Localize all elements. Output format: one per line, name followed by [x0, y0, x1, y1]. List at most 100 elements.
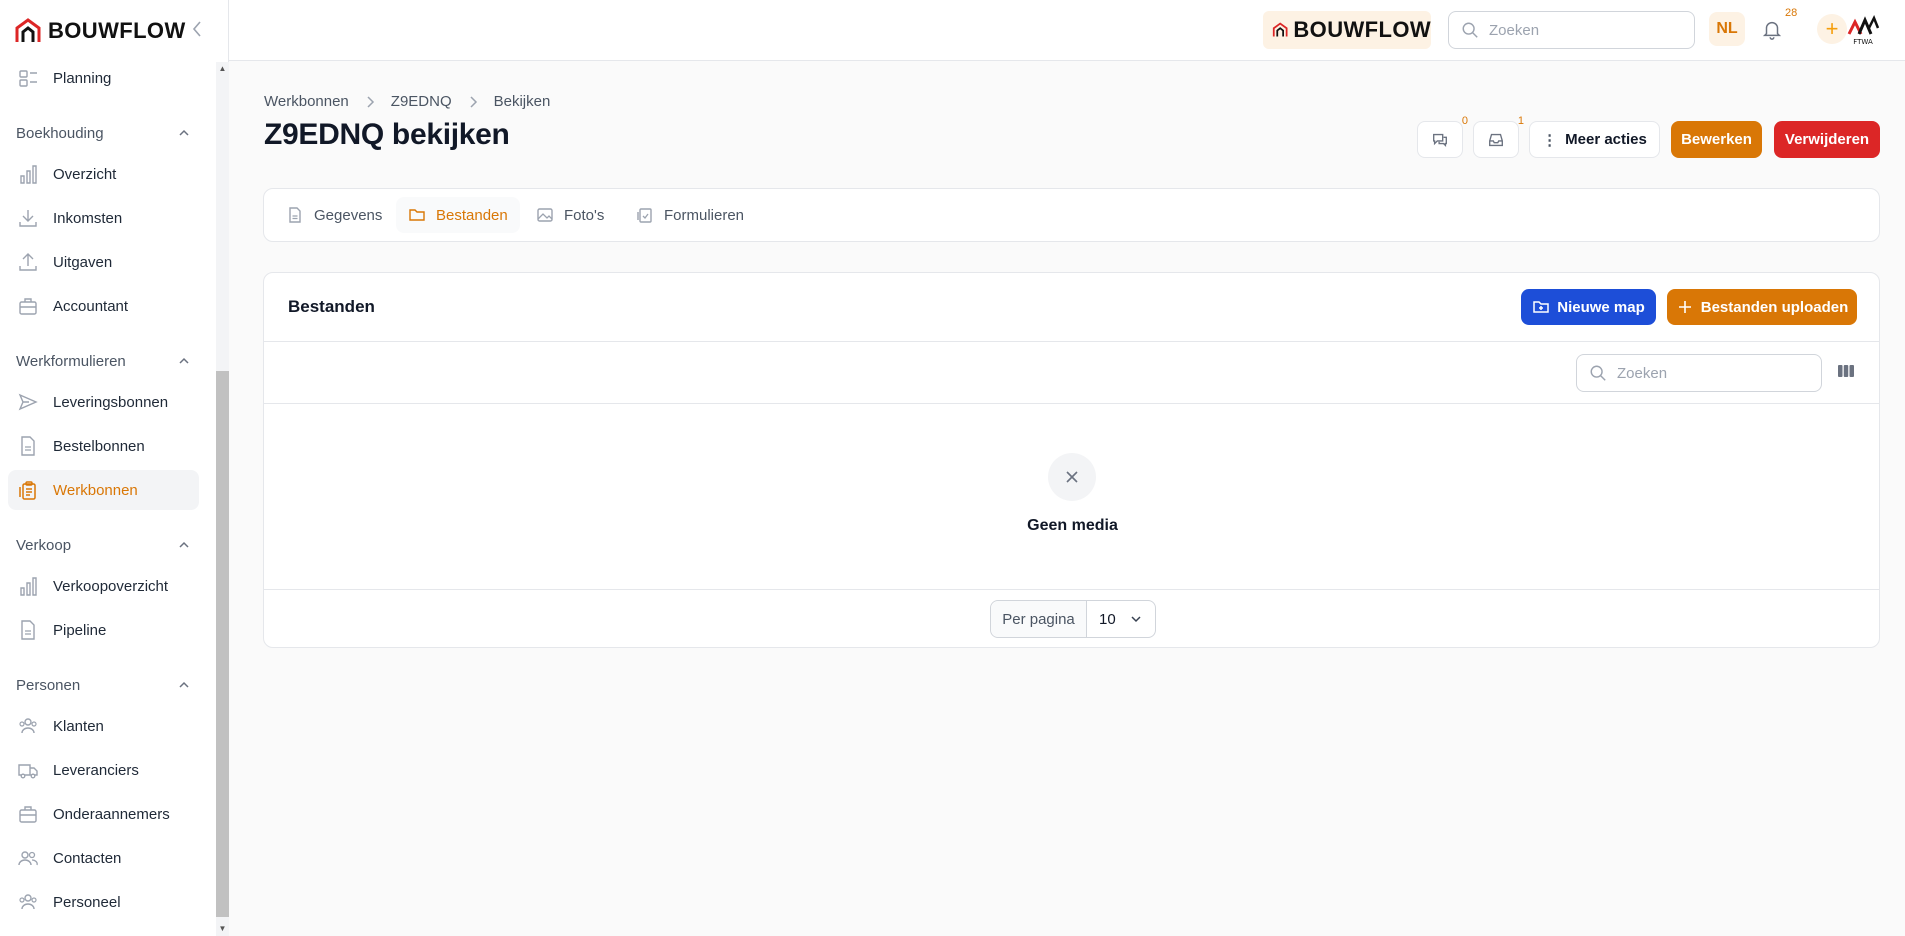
notifications-button[interactable]: [1757, 14, 1787, 44]
vertical-dots-icon: ⋮: [1542, 131, 1558, 149]
sidebar-item-uitgaven[interactable]: Uitgaven: [8, 242, 199, 282]
new-folder-label: Nieuwe map: [1557, 298, 1645, 316]
files-panel-title: Bestanden: [288, 297, 375, 316]
sidebar-item-label: Verkoopoverzicht: [53, 577, 169, 595]
empty-state: Geen media: [264, 404, 1879, 590]
sidebar-group-label: Personen: [16, 676, 81, 694]
breadcrumb-werkbonnen[interactable]: Werkbonnen: [264, 93, 349, 110]
files-search[interactable]: [1576, 354, 1822, 392]
avatar-logo-icon: FTWA: [1847, 14, 1880, 46]
empty-state-text: Geen media: [1027, 517, 1118, 534]
breadcrumb: Werkbonnen Z9EDNQ Bekijken: [264, 93, 550, 110]
sidebar-item-label: Onderaannemers: [53, 805, 170, 823]
tab-gegevens[interactable]: Gegevens: [274, 197, 394, 233]
sidebar-item-inkomsten[interactable]: Inkomsten: [8, 198, 199, 238]
chevron-up-icon: [179, 681, 189, 688]
document-icon: [21, 620, 35, 640]
sidebar-item-label: Contacten: [53, 849, 122, 867]
sidebar-item-bestelbonnen[interactable]: Bestelbonnen: [8, 426, 199, 466]
sidebar-item-klanten[interactable]: Klanten: [8, 706, 199, 746]
document-icon: [289, 207, 301, 223]
document-icon: [21, 436, 35, 456]
bouwflow-logo-icon: [1272, 22, 1288, 37]
new-folder-button[interactable]: Nieuwe map: [1521, 289, 1656, 325]
global-search-input[interactable]: [1489, 21, 1679, 39]
sidebar-item-planning[interactable]: Planning: [8, 60, 199, 98]
files-toolbar: [264, 342, 1879, 404]
sidebar-group-verkoop[interactable]: Verkoop: [16, 530, 191, 560]
sidebar-scrollbar-thumb[interactable]: [216, 371, 229, 917]
sidebar-item-overzicht[interactable]: Overzicht: [8, 154, 199, 194]
edit-button[interactable]: Bewerken: [1671, 121, 1762, 158]
bouwflow-logo-icon: [15, 18, 41, 42]
search-icon: [1462, 22, 1478, 38]
sidebar-item-leveringsbonnen[interactable]: Leveringsbonnen: [8, 382, 199, 422]
tab-label: Formulieren: [664, 206, 745, 224]
comments-button[interactable]: 0: [1417, 115, 1468, 158]
per-page-value: 10: [1099, 610, 1116, 628]
brand-logo[interactable]: BOUWFLOW: [14, 14, 186, 48]
sidebar-item-leveranciers[interactable]: Leveranciers: [8, 750, 199, 790]
sidebar-item-pipeline[interactable]: Pipeline: [8, 610, 199, 650]
sidebar-item-label: Bestelbonnen: [53, 437, 145, 455]
tab-bestanden[interactable]: Bestanden: [396, 197, 520, 233]
tab-label: Gegevens: [314, 206, 383, 224]
sidebar-item-label: Inkomsten: [53, 209, 123, 227]
sidebar-item-personeel[interactable]: Personeel: [8, 882, 199, 922]
forms-icon: [637, 208, 652, 223]
brand-name: BOUWFLOW: [48, 18, 186, 43]
sidebar-item-onderaannemers[interactable]: Onderaannemers: [8, 794, 199, 834]
empty-state-x-icon: [1048, 453, 1096, 501]
svg-text:FTWA: FTWA: [1853, 38, 1873, 46]
sidebar-item-accountant[interactable]: Accountant: [8, 286, 199, 326]
language-switcher[interactable]: NL: [1709, 12, 1745, 46]
company-logo[interactable]: BOUWFLOW: [1263, 11, 1431, 49]
record-tabs: Gegevens Bestanden Foto's Formulieren: [263, 188, 1880, 242]
inbox-button[interactable]: 1: [1473, 115, 1524, 158]
upload-files-button[interactable]: Bestanden uploaden: [1667, 289, 1857, 325]
download-icon: [19, 210, 37, 227]
sidebar-item-label: Uitgaven: [53, 253, 113, 271]
sidebar-item-label: Leveringsbonnen: [53, 393, 169, 411]
sidebar-item-label: Werkbonnen: [53, 481, 138, 499]
global-search[interactable]: [1448, 11, 1695, 49]
collapse-sidebar-button[interactable]: [186, 16, 208, 42]
sidebar-item-contacten[interactable]: Contacten: [8, 838, 199, 878]
columns-toggle-button[interactable]: [1836, 361, 1860, 385]
sidebar-item-label: Accountant: [53, 297, 129, 315]
sidebar-group-label: Verkoop: [16, 536, 72, 554]
breadcrumb-record[interactable]: Z9EDNQ: [391, 93, 452, 110]
sidebar-item-verkoopoverzicht[interactable]: Verkoopoverzicht: [8, 566, 199, 606]
quick-add-button[interactable]: +: [1817, 14, 1847, 44]
chevron-left-icon: [192, 21, 201, 37]
more-actions-label: Meer acties: [1565, 131, 1647, 148]
files-search-input[interactable]: [1617, 364, 1807, 382]
user-avatar[interactable]: FTWA: [1845, 12, 1881, 48]
tab-label: Bestanden: [436, 206, 508, 224]
delete-button[interactable]: Verwijderen: [1774, 121, 1880, 158]
chevron-right-icon: [470, 95, 477, 108]
sidebar-group-personen[interactable]: Personen: [16, 670, 191, 700]
search-icon: [1590, 365, 1606, 381]
briefcase-icon: [19, 298, 37, 315]
per-page-control: Per pagina 10: [990, 600, 1156, 638]
files-panel: Bestanden Nieuwe map Bestanden uploaden: [263, 272, 1880, 648]
sidebar-group-boekhouding[interactable]: Boekhouding: [16, 118, 191, 148]
upload-icon: [19, 253, 37, 271]
chevron-right-icon: [367, 95, 374, 108]
sidebar-group-werkformulieren[interactable]: Werkformulieren: [16, 346, 191, 376]
bar-chart-icon: [20, 165, 37, 184]
inbox-icon: [1489, 133, 1503, 146]
more-actions-button[interactable]: ⋮ Meer acties: [1529, 121, 1660, 158]
plus-icon: +: [1825, 16, 1839, 41]
sidebar-item-label: Planning: [53, 69, 112, 87]
scroll-down-arrow-icon[interactable]: ▼: [216, 922, 229, 936]
users-icon: [19, 894, 37, 910]
tab-formulieren[interactable]: Formulieren: [624, 197, 756, 233]
per-page-select[interactable]: 10: [1087, 601, 1155, 637]
tab-fotos[interactable]: Foto's: [524, 197, 616, 233]
comments-count-badge: 0: [1461, 115, 1468, 127]
sidebar-item-werkbonnen[interactable]: Werkbonnen: [8, 470, 199, 510]
chevron-down-icon: [1131, 616, 1141, 623]
scroll-up-arrow-icon[interactable]: ▲: [216, 62, 229, 76]
